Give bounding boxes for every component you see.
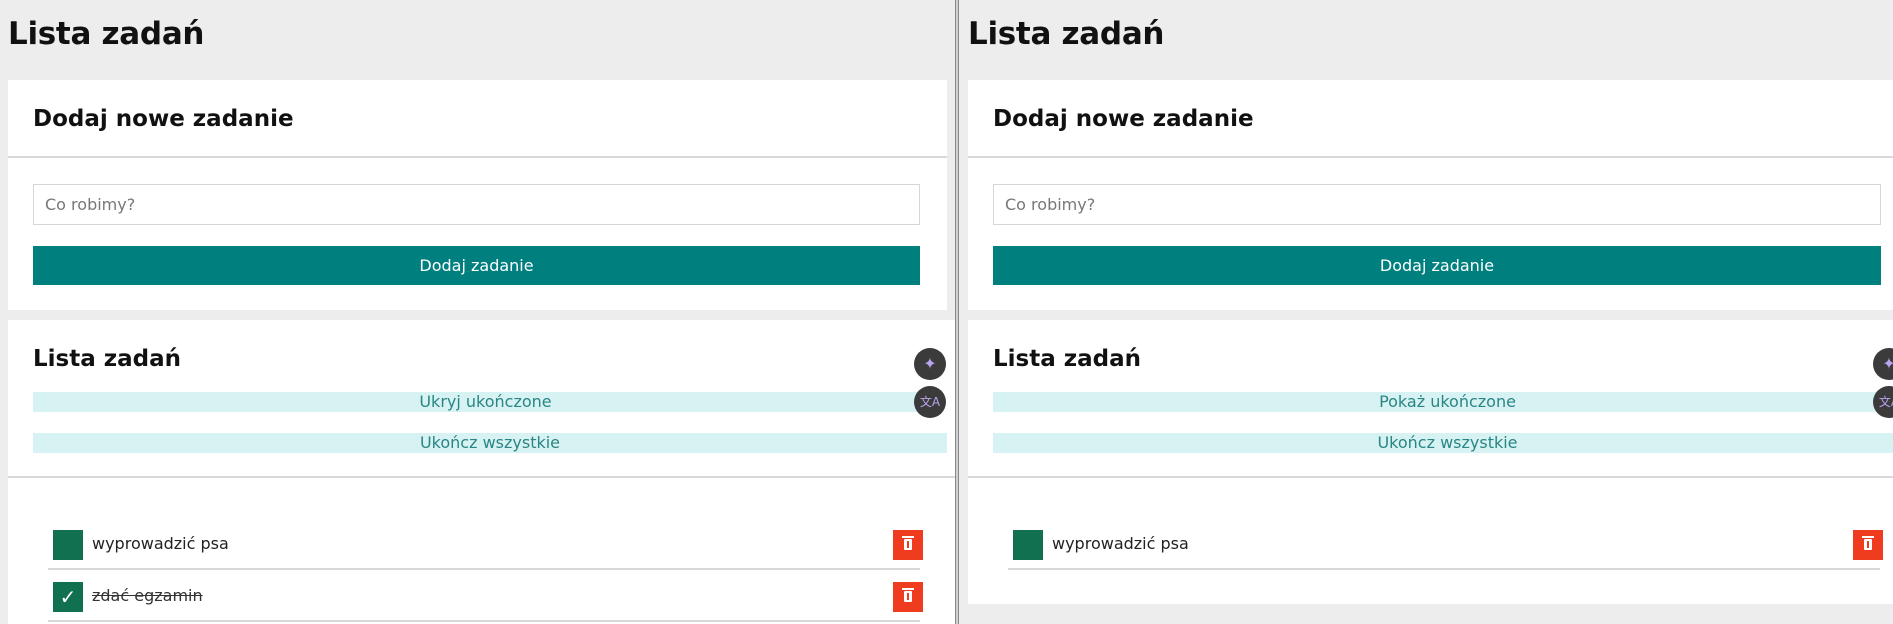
task-checkbox[interactable] <box>1013 530 1043 560</box>
page-title: Lista zadań <box>8 16 205 52</box>
right-pane: Lista zadań Dodaj nowe zadanie Dodaj zad… <box>959 0 1893 624</box>
trash-icon <box>1862 536 1874 550</box>
task-label: wyprowadzić psa <box>92 534 229 553</box>
task-label: zdać egzamin <box>92 586 203 605</box>
trash-icon <box>902 588 914 602</box>
task-row: ✓ zdać egzamin <box>48 570 923 622</box>
task-row: wyprowadzić psa <box>48 518 923 570</box>
add-task-button[interactable]: Dodaj zadanie <box>993 246 1881 285</box>
task-list-header: Lista zadań Pokaż ukończone Ukończ wszys… <box>968 320 1893 478</box>
delete-task-button[interactable] <box>1853 530 1883 560</box>
add-task-title: Dodaj nowe zadanie <box>993 106 1254 132</box>
delete-task-button[interactable] <box>893 582 923 612</box>
sparkle-icon[interactable]: ✦ <box>914 348 946 380</box>
show-completed-button[interactable]: Pokaż ukończone <box>993 392 1893 412</box>
task-list-card: Lista zadań Ukryj ukończone Ukończ wszys… <box>8 320 955 624</box>
page-title: Lista zadań <box>968 16 1165 52</box>
task-checkbox[interactable] <box>53 530 83 560</box>
task-label: wyprowadzić psa <box>1052 534 1189 553</box>
task-row: wyprowadzić psa <box>1008 518 1883 570</box>
task-list-title: Lista zadań <box>33 346 182 372</box>
complete-all-button[interactable]: Ukończ wszystkie <box>993 433 1893 453</box>
add-task-title: Dodaj nowe zadanie <box>33 106 294 132</box>
complete-all-button[interactable]: Ukończ wszystkie <box>33 433 947 453</box>
delete-task-button[interactable] <box>893 530 923 560</box>
task-checkbox[interactable]: ✓ <box>53 582 83 612</box>
add-task-header: Dodaj nowe zadanie <box>8 80 947 158</box>
add-task-button[interactable]: Dodaj zadanie <box>33 246 920 285</box>
new-task-input[interactable] <box>33 184 920 225</box>
add-task-card: Dodaj nowe zadanie Dodaj zadanie <box>8 80 947 310</box>
translate-icon[interactable]: 文A <box>914 386 946 418</box>
new-task-input[interactable] <box>993 184 1881 225</box>
hide-completed-button[interactable]: Ukryj ukończone <box>33 392 938 412</box>
left-pane: Lista zadań Dodaj nowe zadanie Dodaj zad… <box>0 0 955 624</box>
task-list-card: Lista zadań Pokaż ukończone Ukończ wszys… <box>968 320 1893 604</box>
add-task-header: Dodaj nowe zadanie <box>968 80 1893 158</box>
trash-icon <box>902 536 914 550</box>
add-task-card: Dodaj nowe zadanie Dodaj zadanie <box>968 80 1893 310</box>
task-list-title: Lista zadań <box>993 346 1142 372</box>
task-list-header: Lista zadań Ukryj ukończone Ukończ wszys… <box>8 320 955 478</box>
